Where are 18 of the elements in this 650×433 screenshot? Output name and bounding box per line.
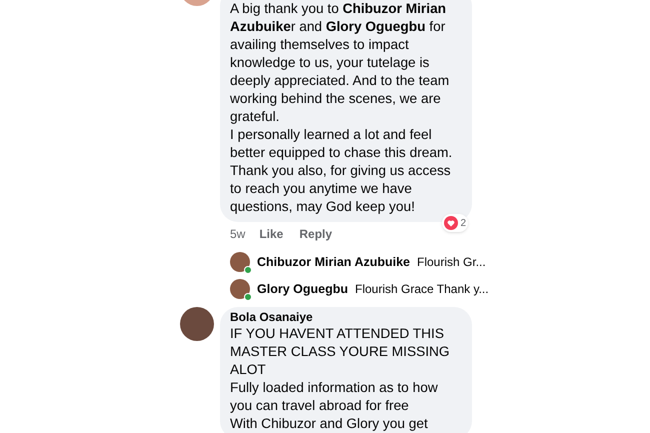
comment-author[interactable]: Bola Osanaiye [230, 310, 462, 325]
reaction-count: 2 [460, 216, 466, 230]
reply-avatar[interactable] [230, 252, 250, 272]
reply-preview[interactable]: Flourish Gr... [417, 253, 486, 271]
avatar[interactable] [180, 307, 214, 341]
reply-author[interactable]: Glory Oguegbu [257, 280, 348, 298]
reaction-badge[interactable]: 2 [442, 214, 468, 232]
comment-text: Fully loaded information as to how you can travel abroad for free [230, 379, 439, 415]
reply-avatar[interactable] [230, 279, 250, 299]
reply-author[interactable]: Chibuzor Mirian Azubuike [257, 252, 410, 272]
comment-text: A big thank you to Chibuzor Mirian Azubuiker and Glory Oguegbu for availing themselves to impact knowledge to us, your tutelage is deeply appreciated. And to the team working behind the scenes, we are grateful. [230, 0, 450, 126]
comment-time[interactable]: 5w [230, 225, 246, 243]
comment-action[interactable]: Like [259, 225, 284, 243]
reply-preview[interactable]: Flourish Grace Thank y... [354, 280, 489, 298]
comment-text: IF YOU HAVENT ATTENDED THIS MASTER CLASS YOURE MISSING ALOT [230, 325, 451, 379]
comment-action[interactable]: Reply [299, 225, 332, 243]
comment-text: I personally learned a lot and feel better equipped to chase this dream. Thank you also, for giving us access to reach you anytime we have questions, may God keep you! [230, 126, 454, 216]
comment-text: With Chibuzor and Glory you get [230, 415, 429, 433]
